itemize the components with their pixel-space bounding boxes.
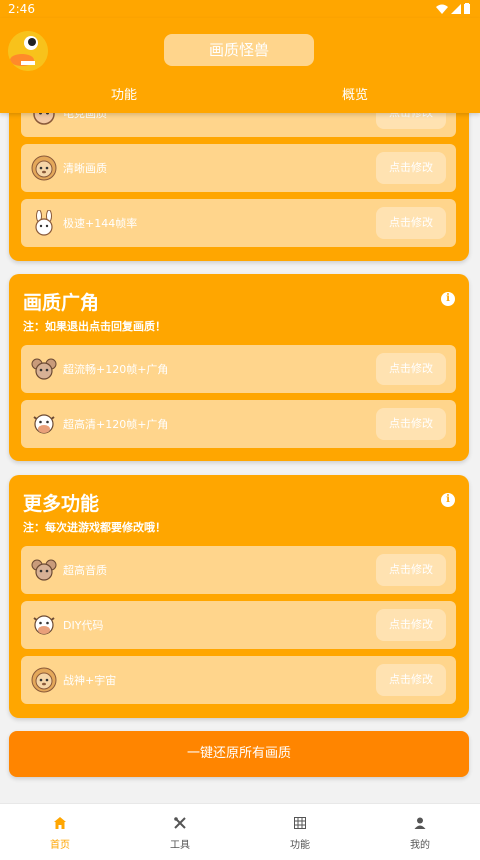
- modify-button[interactable]: 点击修改: [376, 207, 446, 239]
- lion-icon: [31, 155, 57, 181]
- restore-all-button[interactable]: 一键还原所有画质: [9, 731, 469, 777]
- item-label: 极速+144帧率: [63, 217, 138, 230]
- avatar[interactable]: [8, 31, 48, 71]
- info-icon[interactable]: i: [441, 292, 455, 306]
- mouse-icon: [31, 559, 57, 581]
- nav-functions[interactable]: 功能: [240, 804, 360, 860]
- status-bar: 2:46: [0, 0, 480, 18]
- list-item: 极速+144帧率 点击修改: [21, 199, 456, 247]
- card-note: 注：如果退出点击回复画质！: [23, 320, 166, 333]
- nav-label: 我的: [410, 840, 430, 851]
- list-item: 清晰画质 点击修改: [21, 144, 456, 192]
- cow-icon: [33, 615, 55, 635]
- nav-profile[interactable]: 我的: [360, 804, 480, 860]
- info-icon[interactable]: i: [441, 493, 455, 507]
- nav-label: 首页: [50, 840, 70, 851]
- nav-home[interactable]: 首页: [0, 804, 120, 860]
- nav-tools[interactable]: 工具: [120, 804, 240, 860]
- system-icons: [436, 3, 470, 14]
- mouse-icon: [31, 358, 57, 380]
- item-label: 超高音质: [63, 564, 107, 577]
- list-item: DIY代码 点击修改: [21, 601, 456, 649]
- duck-avatar-icon: [8, 31, 48, 71]
- modify-button[interactable]: 点击修改: [376, 664, 446, 696]
- wifi-icon: [436, 4, 448, 14]
- modify-button[interactable]: 点击修改: [376, 609, 446, 641]
- list-item: 超高音质 点击修改: [21, 546, 456, 594]
- modify-button[interactable]: 点击修改: [376, 113, 446, 129]
- more-features-card: 更多功能 i 注：每次进游戏都要修改哦！ 超高音质 点击修改 DIY代码 点击修…: [9, 475, 469, 718]
- grid-icon: [294, 817, 306, 829]
- quality-card: 电竞画质 点击修改 清晰画质 点击修改 极速+144帧率 点击修改: [9, 113, 469, 261]
- app-title: 画质怪兽: [164, 34, 314, 66]
- modify-button[interactable]: 点击修改: [376, 353, 446, 385]
- status-time: 2:46: [8, 2, 35, 16]
- item-label: 超流畅+120帧+广角: [63, 363, 169, 376]
- tab-functions[interactable]: 功能: [111, 84, 137, 103]
- list-item: 战神+宇宙 点击修改: [21, 656, 456, 704]
- wide-angle-card: 画质广角 i 注：如果退出点击回复画质！ 超流畅+120帧+广角 点击修改 超高…: [9, 274, 469, 461]
- modify-button[interactable]: 点击修改: [376, 408, 446, 440]
- bottom-nav: 首页 工具 功能 我的: [0, 803, 480, 860]
- home-icon: [54, 817, 66, 829]
- rabbit-icon: [35, 210, 53, 236]
- card-title: 画质广角: [23, 292, 100, 314]
- signal-icon: [451, 3, 461, 14]
- tab-overview[interactable]: 概览: [342, 84, 368, 103]
- item-label: 电竞画质: [63, 113, 107, 120]
- battery-icon: [464, 3, 470, 14]
- list-item: 电竞画质 点击修改: [21, 113, 456, 137]
- app-header: 画质怪兽 功能 概览: [0, 18, 480, 113]
- cow-icon: [33, 414, 55, 434]
- item-label: 超高清+120帧+广角: [63, 418, 169, 431]
- person-icon: [414, 817, 426, 829]
- nav-label: 工具: [170, 840, 190, 851]
- list-item: 超高清+120帧+广角 点击修改: [21, 400, 456, 448]
- card-title: 更多功能: [23, 493, 100, 515]
- cat-icon: [33, 113, 55, 125]
- card-note: 注：每次进游戏都要修改哦！: [23, 521, 166, 534]
- item-label: 战神+宇宙: [63, 674, 117, 687]
- item-label: DIY代码: [63, 619, 104, 632]
- content-scroll[interactable]: 电竞画质 点击修改 清晰画质 点击修改 极速+144帧率 点击修改: [0, 113, 480, 803]
- modify-button[interactable]: 点击修改: [376, 152, 446, 184]
- item-label: 清晰画质: [63, 162, 107, 175]
- nav-label: 功能: [290, 840, 310, 851]
- list-item: 超流畅+120帧+广角 点击修改: [21, 345, 456, 393]
- modify-button[interactable]: 点击修改: [376, 554, 446, 586]
- lion-icon: [31, 667, 57, 693]
- tools-icon: [174, 817, 186, 829]
